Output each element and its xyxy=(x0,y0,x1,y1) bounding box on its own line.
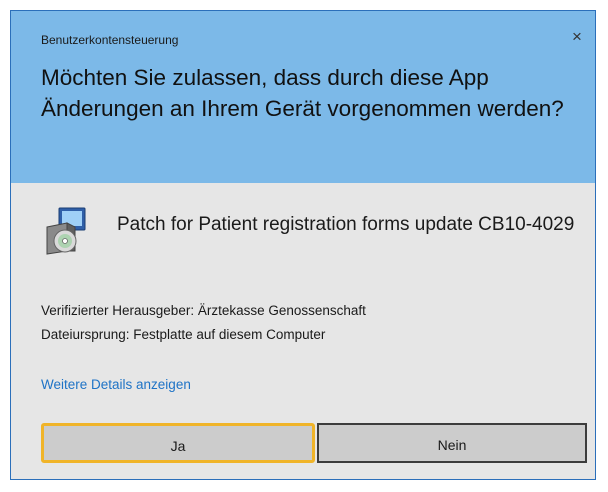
close-button[interactable]: × xyxy=(563,25,591,49)
publisher-text: Verifizierter Herausgeber: Ärztekasse Ge… xyxy=(41,303,366,318)
dialog-header: Benutzerkontensteuerung × Möchten Sie zu… xyxy=(11,11,595,183)
no-button[interactable]: Nein xyxy=(317,423,587,463)
uac-dialog: Benutzerkontensteuerung × Möchten Sie zu… xyxy=(10,10,596,480)
file-origin-text: Dateiursprung: Festplatte auf diesem Com… xyxy=(41,327,326,342)
consent-question: Möchten Sie zulassen, dass durch diese A… xyxy=(41,65,564,121)
installer-package-icon xyxy=(46,207,86,255)
yes-button[interactable]: Ja xyxy=(41,423,315,463)
app-name: Patch for Patient registration forms upd… xyxy=(117,214,575,235)
show-details-link[interactable]: Weitere Details anzeigen xyxy=(41,377,191,392)
window-title: Benutzerkontensteuerung xyxy=(41,33,179,47)
